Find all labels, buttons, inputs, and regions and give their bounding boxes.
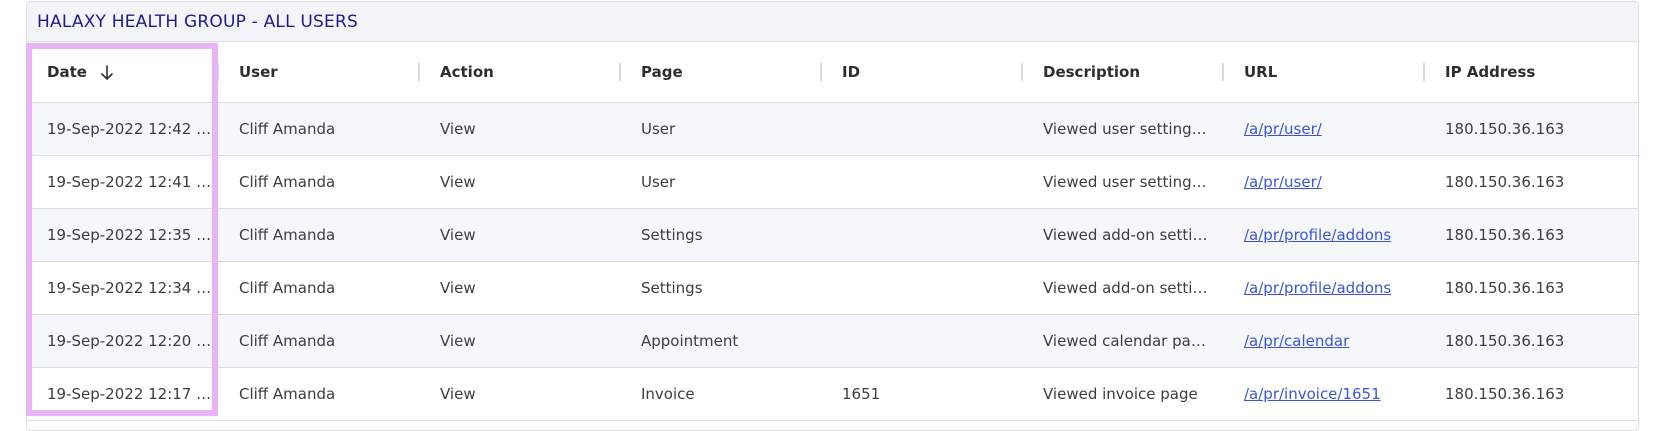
column-header-label: Page <box>641 63 683 81</box>
cell-description: Viewed calendar pa… <box>1023 314 1224 368</box>
column-header-label: Description <box>1043 63 1141 81</box>
arrow-down-icon[interactable] <box>100 64 114 81</box>
cell-page: User <box>621 155 822 209</box>
cell-id <box>822 102 1023 156</box>
cell-action: View <box>420 314 621 368</box>
cell-url: /a/pr/user/ <box>1224 102 1425 156</box>
table-row[interactable]: 19-Sep-2022 12:20 pm Cliff Amanda View A… <box>27 314 1638 368</box>
table-row[interactable]: 19-Sep-2022 12:41 pm Cliff Amanda View U… <box>27 155 1638 209</box>
cell-ip-address: 180.150.36.163 <box>1425 208 1638 262</box>
cell-page: Settings <box>621 261 822 315</box>
column-header-url[interactable]: URL <box>1224 42 1425 103</box>
table-row[interactable]: 19-Sep-2022 12:34 pm Cliff Amanda View S… <box>27 261 1638 315</box>
column-header-action[interactable]: Action <box>420 42 621 103</box>
cell-description: Viewed user setting… <box>1023 102 1224 156</box>
cell-user: Cliff Amanda <box>219 102 420 156</box>
cell-user: Cliff Amanda <box>219 208 420 262</box>
cell-action: View <box>420 102 621 156</box>
cell-id: 1651 <box>822 367 1023 421</box>
cell-url: /a/pr/user/ <box>1224 155 1425 209</box>
cell-date: 19-Sep-2022 12:35 pm <box>27 208 219 262</box>
cell-description: Viewed add-on setti… <box>1023 261 1224 315</box>
cell-url: /a/pr/calendar <box>1224 314 1425 368</box>
cell-date: 19-Sep-2022 12:42 pm <box>27 102 219 156</box>
url-link[interactable]: /a/pr/user/ <box>1244 120 1322 138</box>
column-header-label: ID <box>842 63 861 81</box>
url-link[interactable]: /a/pr/invoice/1651 <box>1244 385 1381 403</box>
cell-ip-address: 180.150.36.163 <box>1425 314 1638 368</box>
cell-description: Viewed invoice page <box>1023 367 1224 421</box>
audit-log-panel: HALAXY HEALTH GROUP - ALL USERS Date Use… <box>26 1 1639 431</box>
audit-log-table: Date User Action Page ID Description URL… <box>27 42 1638 421</box>
panel-header: HALAXY HEALTH GROUP - ALL USERS <box>27 2 1638 42</box>
column-header-page[interactable]: Page <box>621 42 822 103</box>
column-header-label: Action <box>440 63 494 81</box>
cell-id <box>822 261 1023 315</box>
cell-user: Cliff Amanda <box>219 261 420 315</box>
cell-date: 19-Sep-2022 12:17 pm <box>27 367 219 421</box>
url-link[interactable]: /a/pr/profile/addons <box>1244 226 1391 244</box>
cell-id <box>822 155 1023 209</box>
cell-id <box>822 208 1023 262</box>
cell-ip-address: 180.150.36.163 <box>1425 261 1638 315</box>
cell-action: View <box>420 367 621 421</box>
table-row[interactable]: 19-Sep-2022 12:17 pm Cliff Amanda View I… <box>27 367 1638 421</box>
table-header-row: Date User Action Page ID Description URL… <box>27 42 1638 103</box>
cell-user: Cliff Amanda <box>219 367 420 421</box>
table-row[interactable]: 19-Sep-2022 12:42 pm Cliff Amanda View U… <box>27 102 1638 156</box>
table-row[interactable]: 19-Sep-2022 12:35 pm Cliff Amanda View S… <box>27 208 1638 262</box>
cell-date: 19-Sep-2022 12:20 pm <box>27 314 219 368</box>
cell-ip-address: 180.150.36.163 <box>1425 155 1638 209</box>
column-header-label: IP Address <box>1445 63 1536 81</box>
cell-user: Cliff Amanda <box>219 155 420 209</box>
panel-title: HALAXY HEALTH GROUP - ALL USERS <box>37 11 358 32</box>
cell-page: Settings <box>621 208 822 262</box>
url-link[interactable]: /a/pr/calendar <box>1244 332 1349 350</box>
column-header-id[interactable]: ID <box>822 42 1023 103</box>
cell-ip-address: 180.150.36.163 <box>1425 367 1638 421</box>
cell-action: View <box>420 208 621 262</box>
cell-id <box>822 314 1023 368</box>
cell-action: View <box>420 155 621 209</box>
cell-url: /a/pr/profile/addons <box>1224 261 1425 315</box>
column-header-label: User <box>239 63 278 81</box>
cell-action: View <box>420 261 621 315</box>
column-header-user[interactable]: User <box>219 42 420 103</box>
cell-date: 19-Sep-2022 12:34 pm <box>27 261 219 315</box>
column-header-label: URL <box>1244 63 1278 81</box>
column-header-label: Date <box>47 63 87 81</box>
cell-description: Viewed user setting… <box>1023 155 1224 209</box>
column-header-description[interactable]: Description <box>1023 42 1224 103</box>
cell-page: Appointment <box>621 314 822 368</box>
cell-page: Invoice <box>621 367 822 421</box>
cell-page: User <box>621 102 822 156</box>
cell-user: Cliff Amanda <box>219 314 420 368</box>
cell-url: /a/pr/profile/addons <box>1224 208 1425 262</box>
column-header-date[interactable]: Date <box>27 42 219 103</box>
url-link[interactable]: /a/pr/profile/addons <box>1244 279 1391 297</box>
cell-ip-address: 180.150.36.163 <box>1425 102 1638 156</box>
column-header-ip-address[interactable]: IP Address <box>1425 42 1638 103</box>
url-link[interactable]: /a/pr/user/ <box>1244 173 1322 191</box>
cell-date: 19-Sep-2022 12:41 pm <box>27 155 219 209</box>
cell-url: /a/pr/invoice/1651 <box>1224 367 1425 421</box>
cell-description: Viewed add-on setti… <box>1023 208 1224 262</box>
